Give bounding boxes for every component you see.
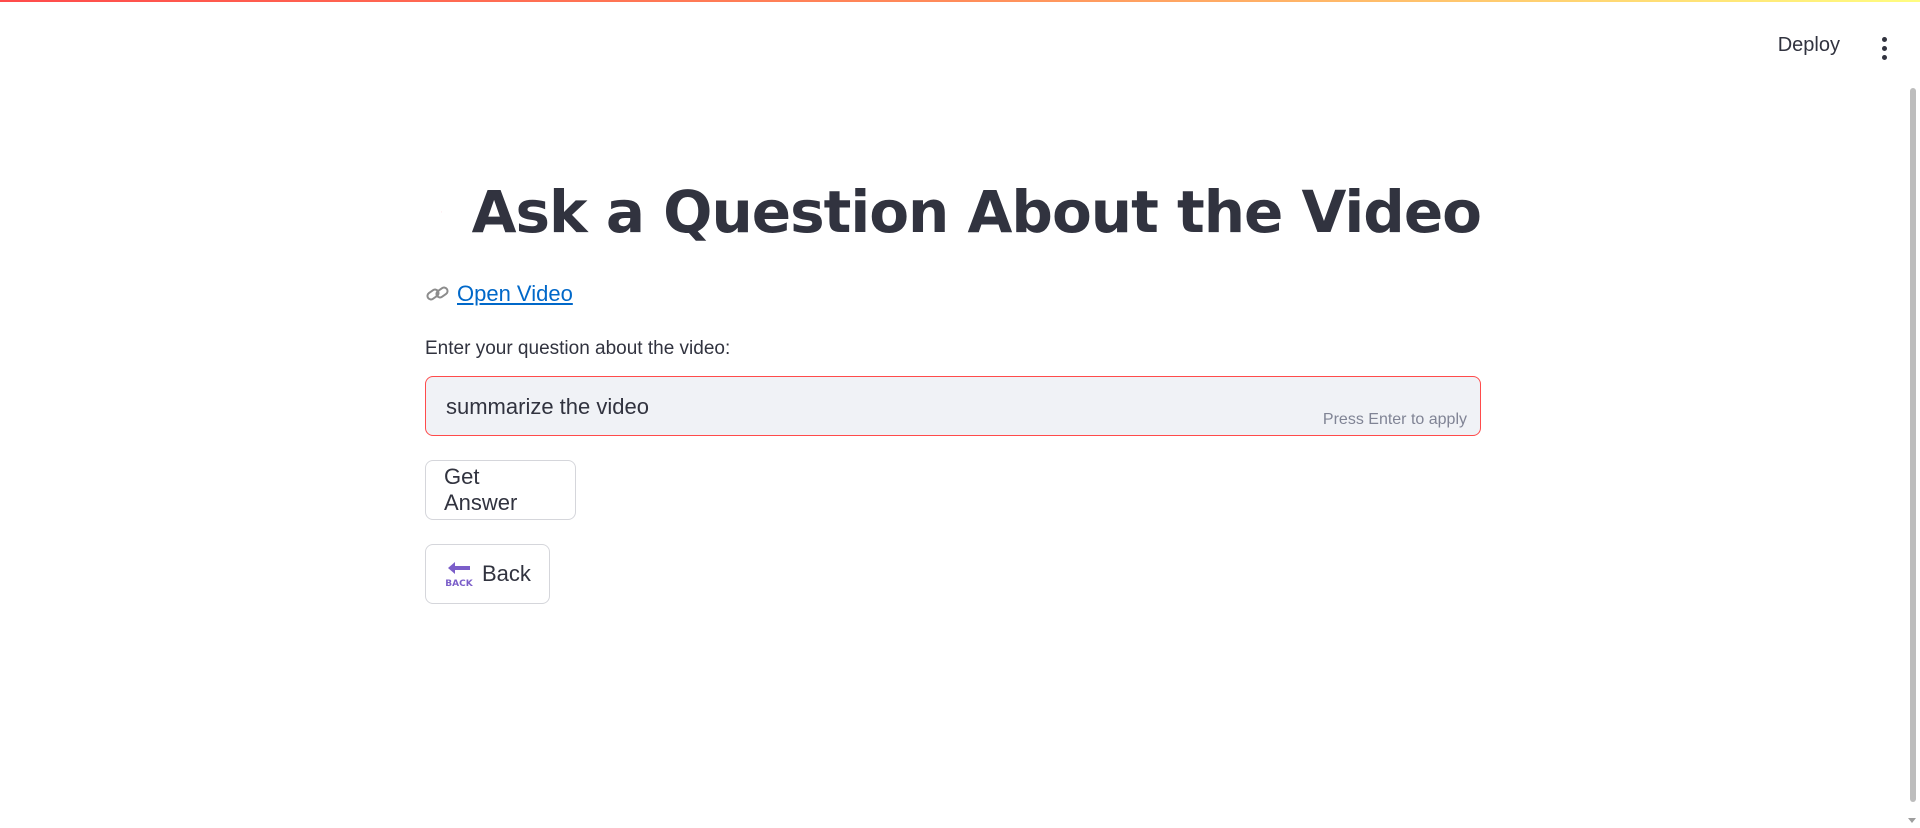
deploy-button[interactable]: Deploy xyxy=(1768,28,1850,63)
more-vertical-icon[interactable] xyxy=(1866,30,1902,66)
scrollbar-thumb[interactable] xyxy=(1910,88,1916,802)
question-input-wrapper: Press Enter to apply xyxy=(425,376,1481,437)
page-title: Ask a Question About the Video xyxy=(471,178,1482,246)
back-arrow-icon: BACK xyxy=(445,562,474,589)
back-icon-text: BACK xyxy=(445,579,473,589)
menu-dot xyxy=(1881,36,1887,42)
question-mark-icon xyxy=(441,211,442,213)
app-header: Deploy xyxy=(0,2,1920,86)
question-field-label: Enter your question about the video: xyxy=(425,338,731,359)
main-content: Ask a Question About the Video Open Vide… xyxy=(425,170,1482,604)
input-hint: Press Enter to apply xyxy=(1322,411,1467,428)
back-label: Back xyxy=(482,561,531,586)
back-button[interactable]: BACK Back xyxy=(425,544,550,604)
link-row: Open Video xyxy=(425,278,1481,310)
title-row: Ask a Question About the Video xyxy=(425,170,1482,254)
scroll-down-arrow[interactable] xyxy=(1908,818,1916,823)
link-icon xyxy=(426,286,449,301)
question-input[interactable] xyxy=(444,377,1248,437)
menu-dot xyxy=(1881,54,1887,60)
open-video-label: Open Video xyxy=(457,281,573,306)
menu-dot xyxy=(1881,45,1887,51)
get-answer-button[interactable]: Get Answer xyxy=(425,460,576,520)
open-video-link[interactable]: Open Video xyxy=(425,281,573,307)
